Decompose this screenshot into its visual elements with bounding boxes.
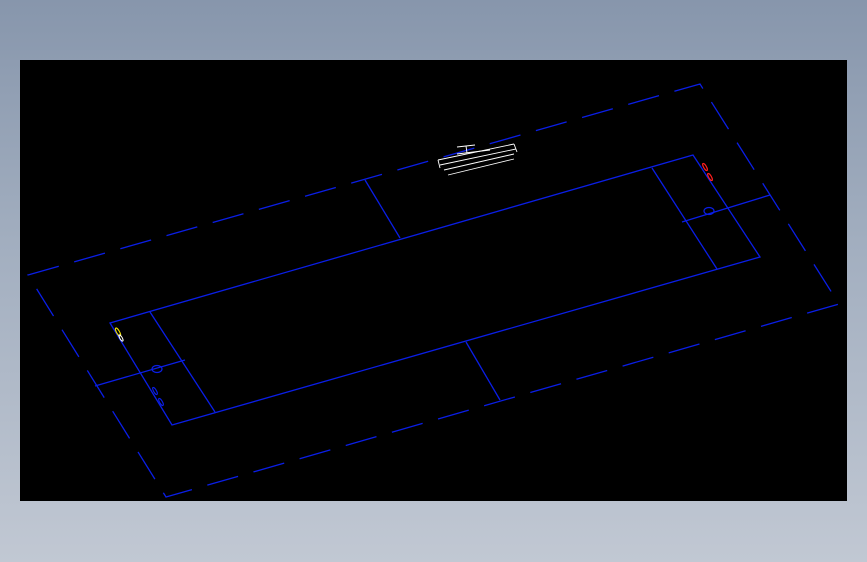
right-crossbar <box>681 194 771 223</box>
section-line-top <box>364 179 401 239</box>
cad-viewport[interactable] <box>20 60 847 501</box>
drawing-canvas <box>26 83 841 498</box>
left-crossbar <box>94 359 186 387</box>
section-line-bottom <box>465 341 501 401</box>
right-red-marker-lower <box>707 172 713 182</box>
right-panel-line <box>651 167 718 270</box>
inner-solid-outline <box>109 154 762 426</box>
left-panel-line <box>149 311 216 413</box>
annotation-block <box>437 143 518 176</box>
outer-dashed-outline <box>26 83 841 498</box>
